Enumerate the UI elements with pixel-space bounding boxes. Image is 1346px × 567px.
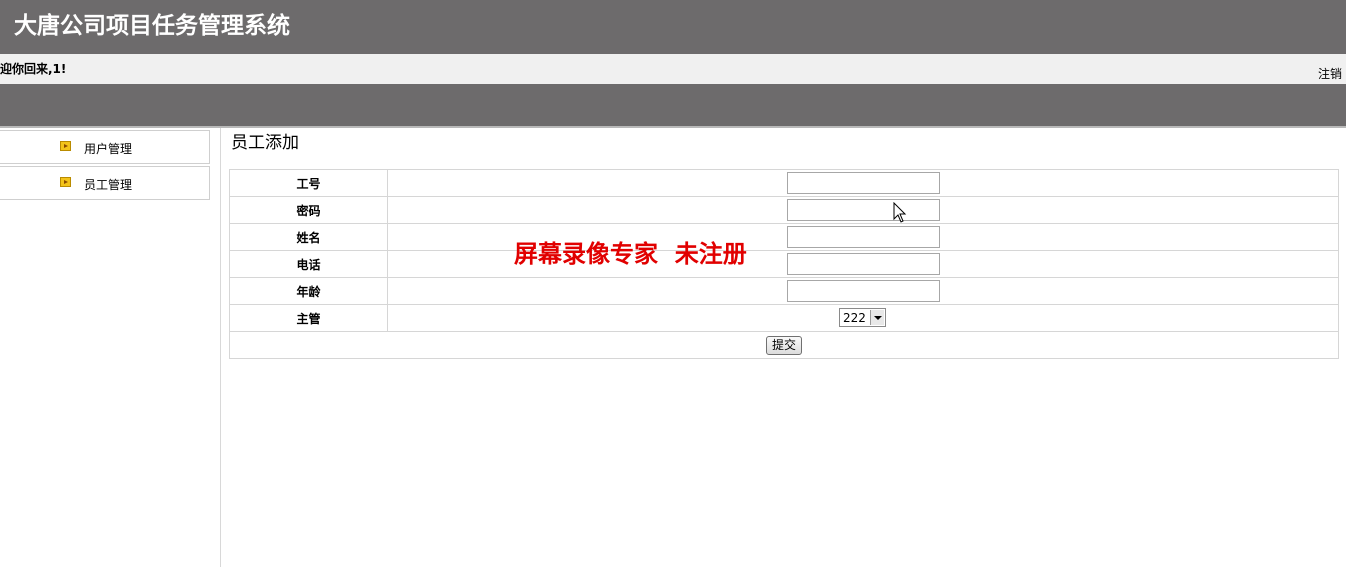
field-label-employee-id: 工号 xyxy=(229,169,388,197)
submit-button[interactable]: 提交 xyxy=(765,335,802,355)
form-row: 姓名 xyxy=(229,223,1339,251)
employee-id-input[interactable] xyxy=(787,172,940,194)
phone-input[interactable] xyxy=(787,253,940,275)
welcome-text: 迎你回来,1! xyxy=(0,62,67,76)
logout-link[interactable]: 注销 xyxy=(1318,65,1342,82)
nav-bar xyxy=(0,84,1346,128)
form-row: 电话 xyxy=(229,250,1339,278)
sidebar: 用户管理 员工管理 xyxy=(0,128,221,567)
sidebar-item-label: 用户管理 xyxy=(84,142,133,156)
field-label-supervisor: 主管 xyxy=(229,304,388,332)
form-row: 密码 xyxy=(229,196,1339,224)
age-input[interactable] xyxy=(787,280,940,302)
field-label-age: 年龄 xyxy=(229,277,388,305)
field-label-phone: 电话 xyxy=(229,250,388,278)
app-title: 大唐公司项目任务管理系统 xyxy=(14,12,290,39)
field-label-name: 姓名 xyxy=(229,223,388,251)
header-bar: 大唐公司项目任务管理系统 xyxy=(0,0,1346,54)
watermark-text: 屏幕录像专家 未注册 xyxy=(514,239,747,268)
form-row: 主管 222 xyxy=(229,304,1339,332)
supervisor-selected-value: 222 xyxy=(843,311,866,325)
form-row: 工号 xyxy=(229,169,1339,197)
form-row: 提交 xyxy=(229,331,1339,359)
name-input[interactable] xyxy=(787,226,940,248)
arrow-right-icon xyxy=(60,177,71,187)
mouse-cursor-icon xyxy=(893,202,907,223)
field-cell: 222 xyxy=(387,304,1339,332)
page-title: 员工添加 xyxy=(231,133,299,153)
field-cell xyxy=(387,169,1339,197)
submit-cell: 提交 xyxy=(229,331,1339,359)
arrow-right-icon xyxy=(60,141,71,151)
supervisor-select[interactable]: 222 xyxy=(839,308,886,327)
form-row: 年龄 xyxy=(229,277,1339,305)
employee-form: 工号 密码 姓名 电话 年龄 主管 222 提交 xyxy=(229,169,1339,359)
field-label-password: 密码 xyxy=(229,196,388,224)
password-input[interactable] xyxy=(787,199,940,221)
field-cell xyxy=(387,277,1339,305)
sidebar-item-employee-management[interactable]: 员工管理 xyxy=(0,166,210,200)
sidebar-item-label: 员工管理 xyxy=(84,178,133,192)
welcome-bar: 迎你回来,1! 注销 xyxy=(0,54,1346,84)
chevron-down-icon[interactable] xyxy=(870,310,884,325)
sidebar-item-user-management[interactable]: 用户管理 xyxy=(0,130,210,164)
field-cell xyxy=(387,196,1339,224)
